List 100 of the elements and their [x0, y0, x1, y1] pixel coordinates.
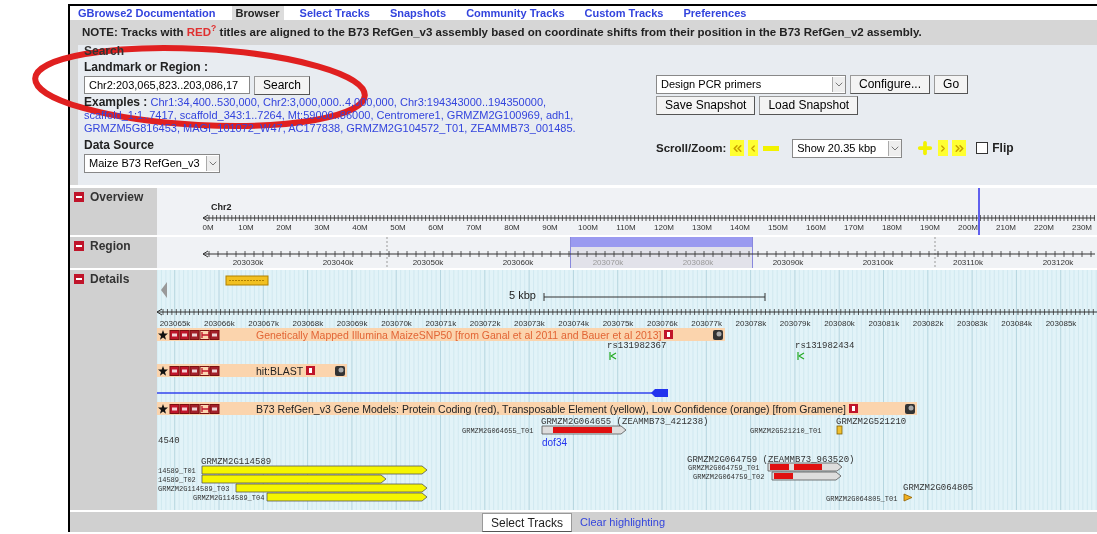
feature-label: GRMZM2G064759 (ZEAMMB73_963520) [687, 455, 855, 466]
ruler-label: 203100k [862, 258, 894, 268]
minus-icon [763, 145, 780, 151]
nav-tab[interactable]: Select Tracks [295, 6, 374, 20]
gene-model-bar [836, 425, 843, 435]
ruler-label: 210M [996, 223, 1016, 233]
ruler-label: 203078k [735, 319, 767, 329]
ruler-label: 203079k [779, 319, 811, 329]
collapse-icon[interactable] [74, 274, 84, 285]
ruler-label: 10M [238, 223, 254, 233]
nav-tab[interactable]: Preferences [679, 6, 751, 20]
feature-label: GRMZM2G064655 (ZEAMMB73_421238) [541, 417, 709, 428]
ruler-label: 60M [428, 223, 444, 233]
position-marker [978, 188, 980, 236]
search-button[interactable]: Search [254, 75, 311, 95]
nav-tab[interactable]: GBrowse2 Documentation [74, 6, 220, 20]
ruler-label: 203070k [381, 319, 412, 329]
go-button[interactable]: Go [934, 74, 969, 94]
ruler-label: 120M [654, 223, 674, 233]
ruler-label: 203074k [558, 319, 590, 329]
feature-label: GRMZM2G064805 [903, 483, 974, 494]
configure-button[interactable]: Configure... [850, 74, 931, 94]
ruler-label: 130M [692, 223, 712, 233]
note-text: NOTE: Tracks with RED$^{?}$ titles are aligned to the B73 RefGen_v3 assembly based on coordinate shifts from their position in the B73 RefGen_v2 assembly. [82, 23, 922, 40]
ruler-label: 203120k [1042, 258, 1074, 268]
clear-highlighting-link[interactable]: Clear highlighting [580, 513, 666, 531]
ruler-label: 203077k [691, 319, 722, 329]
landmark-input[interactable]: Chr2:203,065,823..203,086,17 [84, 76, 250, 95]
ruler-label: 203084k [1001, 319, 1033, 329]
settings-icon[interactable] [713, 329, 723, 340]
help-icon[interactable] [306, 366, 316, 376]
settings-icon[interactable] [335, 365, 345, 376]
ruler-label: 150M [768, 223, 788, 233]
nav-tab[interactable]: Custom Tracks [580, 6, 668, 20]
collapse-icon[interactable] [74, 241, 84, 252]
ruler-label: 203060k [502, 258, 534, 268]
ruler-label: 203065k [159, 319, 191, 329]
ruler-label: 140M [730, 223, 750, 233]
data-source-select[interactable]: Maize B73 RefGen_v3 [84, 153, 220, 173]
ruler-label: 203068k [292, 319, 324, 329]
ruler-label: 203030k [232, 258, 264, 268]
feature-link[interactable]: dof34 [542, 437, 568, 449]
panel-label: Details [90, 274, 130, 286]
plugin-select[interactable]: Design PCR primers [656, 74, 846, 94]
ruler-label: 70M [466, 223, 482, 233]
caret-icon [832, 76, 845, 92]
ruler-label: 180M [882, 223, 902, 233]
settings-icon[interactable] [905, 403, 915, 414]
ruler-label: 203081k [868, 319, 900, 329]
gene-model-bar [903, 493, 913, 502]
ruler-label: 200M [958, 223, 978, 233]
caret-icon [206, 155, 219, 171]
feature-label: rs131982367 [607, 341, 667, 352]
feature-label: 4540 [158, 436, 180, 447]
ruler-label: 110M [616, 223, 636, 233]
ruler-label: 203082k [912, 319, 944, 329]
ruler-label: 203076k [646, 319, 678, 329]
track-title: Genetically Mapped Illumina MaizeSNP50 [from Ganal et al 2011 and Bauer et al 2013] [256, 328, 662, 341]
data-source-label: Data Source [84, 136, 156, 154]
track-title: hit:BLAST [256, 364, 304, 377]
ruler-label: 203069k [336, 319, 368, 329]
ruler-label: 190M [920, 223, 940, 233]
snp-marker-icon [797, 351, 805, 361]
ruler-label: 203080k [824, 319, 855, 329]
caret-icon [888, 140, 902, 156]
region-marker [225, 275, 269, 286]
ruler-label: 230M [1072, 223, 1092, 233]
ruler-label: 80M [504, 223, 520, 233]
nav-tab[interactable]: Snapshots [385, 6, 451, 20]
panel-label: Region [90, 241, 131, 253]
ruler-label: 203071k [425, 319, 457, 329]
ruler-label: 160M [806, 223, 826, 233]
ruler-label: 203075k [602, 319, 634, 329]
ruler-label: 40M [352, 223, 368, 233]
help-icon[interactable] [664, 330, 674, 340]
nav-tab[interactable]: Community Tracks [462, 6, 569, 20]
help-icon[interactable] [849, 404, 859, 414]
zoom-select[interactable]: Show 20.35 kbp [792, 138, 903, 158]
gene-model-bar [771, 471, 842, 481]
ruler-label: 100M [578, 223, 598, 233]
ruler-label: 203067k [248, 319, 279, 329]
snapshot-button[interactable]: Save Snapshot [656, 95, 756, 115]
chromosome-label: Chr2 [211, 202, 232, 213]
ruler-label: 50M [390, 223, 406, 233]
select-tracks-button[interactable]: Select Tracks [482, 512, 573, 532]
scroll-zoom-label: Scroll/Zoom: [656, 140, 727, 156]
flip-checkbox[interactable] [976, 142, 989, 155]
ruler-label: 170M [844, 223, 864, 233]
nav-tab[interactable]: Browser [231, 6, 284, 20]
snapshot-button[interactable]: Load Snapshot [759, 95, 859, 115]
feature-label: rs131982434 [795, 341, 855, 352]
collapse-icon[interactable] [74, 192, 84, 203]
track-title: B73 RefGen_v3 Gene Models: Protein Coding (red), Transposable Element (yellow), Low Confidence (orange) [from Gramene] [256, 402, 847, 415]
ruler-label: 220M [1034, 223, 1054, 233]
ruler-label: 90M [542, 223, 558, 233]
ruler-label: 203085k [1045, 319, 1077, 329]
ruler-label: 203066k [203, 319, 235, 329]
ruler-label: 203050k [412, 258, 444, 268]
feature-label: GRMZM2G114589 [201, 457, 272, 468]
plus-icon [916, 139, 935, 158]
